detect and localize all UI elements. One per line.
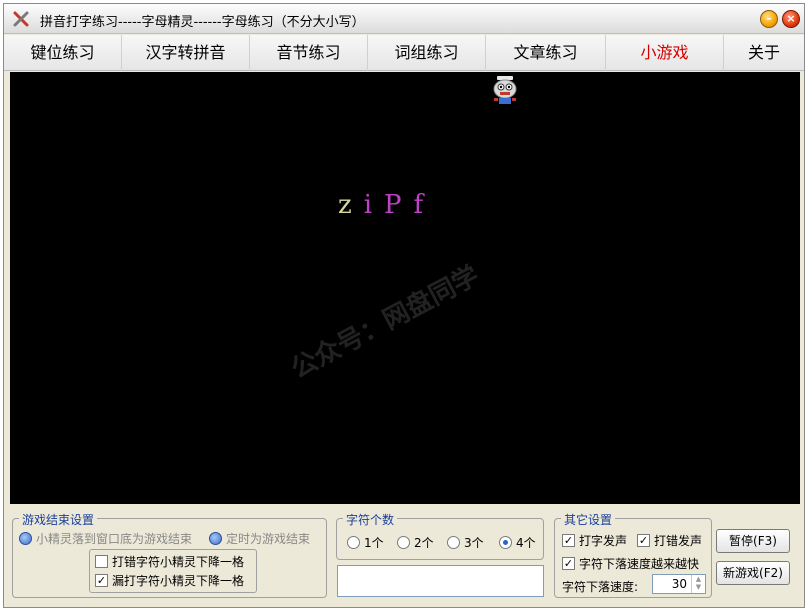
radio-indicator — [19, 532, 32, 545]
check-type-sound[interactable]: ✓ 打字发声 — [562, 532, 627, 549]
letter-3: P — [384, 190, 402, 220]
radio-indicator — [347, 536, 360, 549]
check-error-sound-label: 打错发声 — [654, 534, 703, 548]
check-type-sound-label: 打字发声 — [579, 534, 628, 548]
check-speedup[interactable]: ✓ 字符下落速度越来越快 — [562, 555, 699, 572]
check-miss[interactable]: 打错字符小精灵下降一格 — [95, 553, 244, 570]
end-settings-group: 游戏结束设置 小精灵落到窗口底为游戏结束 定时为游戏结束 打错字符小精灵下降一格… — [12, 511, 327, 598]
game-canvas[interactable]: ziPf 公众号：网盘同学 — [10, 72, 800, 504]
checkbox: ✓ — [562, 557, 575, 570]
app-icon — [13, 11, 29, 27]
app-window: 拼音打字练习-----字母精灵------字母练习（不分大小写） – × 键位练… — [3, 3, 805, 608]
robot-sprite-icon — [493, 76, 517, 104]
speed-spinbox[interactable]: 30 ▲ ▼ — [652, 574, 706, 594]
radio-indicator — [397, 536, 410, 549]
radio-count-3[interactable]: 3个 — [447, 534, 484, 551]
tab-bar: 键位练习 汉字转拼音 音节练习 词组练习 文章练习 小游戏 关于 — [4, 35, 804, 71]
arrow-up-icon: ▲ — [695, 575, 702, 583]
check-miss-label: 打错字符小精灵下降一格 — [112, 555, 245, 569]
watermark-text: 公众号：网盘同学 — [286, 260, 485, 385]
char-count-title: 字符个数 — [343, 511, 398, 528]
tab-article-practice[interactable]: 文章练习 — [486, 35, 606, 71]
radio-end-timed-label: 定时为游戏结束 — [226, 532, 311, 546]
radio-count-3-label: 3个 — [464, 536, 484, 550]
radio-end-bottom[interactable]: 小精灵落到窗口底为游戏结束 — [19, 530, 192, 547]
checkbox: ✓ — [562, 534, 575, 547]
close-button[interactable]: × — [782, 10, 800, 28]
letter-4: f — [413, 190, 424, 220]
other-settings-title: 其它设置 — [561, 511, 616, 528]
radio-indicator — [209, 532, 222, 545]
check-skip[interactable]: ✓ 漏打字符小精灵下降一格 — [95, 572, 244, 589]
new-game-button[interactable]: 新游戏(F2) — [716, 561, 790, 585]
tab-about[interactable]: 关于 — [724, 35, 804, 71]
close-icon: × — [786, 12, 796, 25]
radio-indicator — [447, 536, 460, 549]
falling-letters: ziPf — [338, 190, 435, 220]
radio-count-4[interactable]: 4个 — [499, 534, 536, 551]
minimize-button[interactable]: – — [760, 10, 778, 28]
tab-phrase-practice[interactable]: 词组练习 — [368, 35, 486, 71]
other-settings-group: 其它设置 ✓ 打字发声 ✓ 打错发声 ✓ 字符下落速度越来越快 字符下落速度: … — [554, 511, 712, 598]
check-error-sound[interactable]: ✓ 打错发声 — [637, 532, 702, 549]
radio-count-1-label: 1个 — [364, 536, 384, 550]
letter-2: i — [363, 190, 373, 220]
speed-label: 字符下落速度: — [562, 580, 639, 594]
radio-indicator — [499, 536, 512, 549]
letter-1: z — [338, 190, 352, 220]
tab-syllable-practice[interactable]: 音节练习 — [250, 35, 368, 71]
radio-count-2[interactable]: 2个 — [397, 534, 434, 551]
checkbox: ✓ — [95, 574, 108, 587]
tab-hanzi-to-pinyin[interactable]: 汉字转拼音 — [122, 35, 250, 71]
tab-key-practice[interactable]: 键位练习 — [4, 35, 122, 71]
minimize-icon: – — [766, 12, 772, 25]
checkbox: ✓ — [637, 534, 650, 547]
pause-button[interactable]: 暂停(F3) — [716, 529, 790, 553]
spin-arrows[interactable]: ▲ ▼ — [691, 575, 705, 593]
char-count-group: 字符个数 1个 2个 3个 4个 — [336, 511, 544, 560]
title-bar: 拼音打字练习-----字母精灵------字母练习（不分大小写） – × — [4, 4, 804, 34]
arrow-down-icon: ▼ — [695, 583, 702, 591]
fall-penalty-box: 打错字符小精灵下降一格 ✓ 漏打字符小精灵下降一格 — [89, 549, 257, 593]
radio-count-1[interactable]: 1个 — [347, 534, 384, 551]
speed-value: 30 — [671, 577, 687, 591]
check-speedup-label: 字符下落速度越来越快 — [579, 557, 700, 571]
radio-end-timed[interactable]: 定时为游戏结束 — [209, 530, 310, 547]
radio-count-2-label: 2个 — [414, 536, 434, 550]
radio-end-bottom-label: 小精灵落到窗口底为游戏结束 — [36, 532, 193, 546]
window-title: 拼音打字练习-----字母精灵------字母练习（不分大小写） — [40, 15, 365, 30]
tab-mini-game[interactable]: 小游戏 — [606, 35, 724, 71]
typing-input[interactable] — [337, 565, 544, 597]
radio-count-4-label: 4个 — [516, 536, 536, 550]
checkbox — [95, 555, 108, 568]
end-settings-title: 游戏结束设置 — [19, 511, 98, 528]
check-skip-label: 漏打字符小精灵下降一格 — [112, 574, 245, 588]
